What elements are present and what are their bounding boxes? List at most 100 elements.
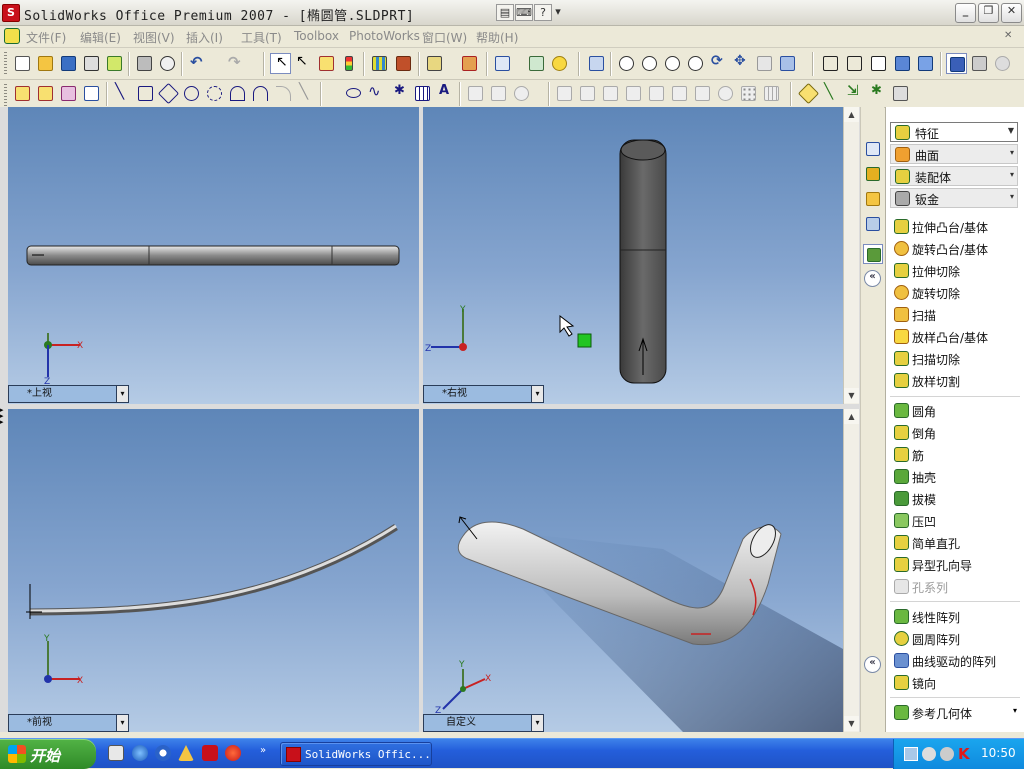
offset-entities-icon[interactable] (577, 83, 598, 104)
reference-geometry-button[interactable]: 参考几何体 ▾ (893, 703, 1021, 723)
printer-icon[interactable] (134, 53, 155, 74)
dropdown-arrow-icon[interactable]: ▾ (1013, 706, 1017, 715)
print-icon[interactable]: ▤ (496, 4, 514, 21)
sketch-text-icon[interactable]: A (435, 83, 456, 104)
file-explorer-icon[interactable] (863, 189, 883, 209)
menu-toolbox[interactable]: Toolbox (294, 29, 339, 43)
warning-app-icon[interactable] (178, 745, 194, 761)
show-desktop-icon[interactable] (108, 745, 124, 761)
print-preview-icon[interactable] (81, 53, 102, 74)
sketch-picture-icon[interactable] (58, 83, 79, 104)
zoom-area-icon[interactable] (639, 53, 660, 74)
sweep-button[interactable]: 扫描 (893, 305, 1021, 325)
undo-icon[interactable]: ↶ (188, 53, 209, 74)
hole-wizard-button[interactable]: 异型孔向导 (893, 555, 1021, 575)
solidworks-quicklaunch-icon[interactable] (202, 745, 218, 761)
rotate-entities-icon[interactable] (646, 83, 667, 104)
rectangle-icon[interactable] (135, 83, 156, 104)
standard-views-icon[interactable] (777, 53, 798, 74)
rib-button[interactable]: 筋 (893, 445, 1021, 465)
collapse-left-icon[interactable]: « (864, 270, 881, 287)
sketch-grid-icon[interactable] (412, 83, 433, 104)
tray-app-icon[interactable] (940, 747, 954, 761)
group-features[interactable]: 特征 ▼ (890, 122, 1018, 142)
view-label-top[interactable]: *上视 ▾ (8, 385, 129, 403)
trim-icon[interactable] (465, 83, 486, 104)
network-icon[interactable] (904, 747, 918, 761)
splitter-handle-icon[interactable]: ▸ ▸ ▸ (0, 407, 8, 427)
design-library-icon[interactable] (863, 164, 883, 184)
group-assembly[interactable]: 装配体 ▾ (890, 166, 1018, 186)
view-dropdown-icon[interactable]: ▾ (531, 715, 543, 731)
section-view-icon[interactable] (946, 53, 967, 74)
display-pane-icon[interactable] (492, 53, 513, 74)
previous-view-icon[interactable] (754, 53, 775, 74)
smart-dimension-tag-icon[interactable] (81, 83, 102, 104)
hidden-lines-visible-icon[interactable] (844, 53, 865, 74)
close-button[interactable]: ✕ (1001, 3, 1022, 23)
view-orientation-icon[interactable] (424, 53, 445, 74)
circle-icon[interactable] (181, 83, 202, 104)
shell-button[interactable]: 抽壳 (893, 467, 1021, 487)
dropdown-arrow-icon[interactable]: ▾ (553, 4, 563, 21)
media-player-icon[interactable] (155, 745, 171, 761)
group-sheetmetal[interactable]: 钣金 ▾ (890, 188, 1018, 208)
collapse-left-bottom-icon[interactable]: « (864, 656, 881, 673)
view-dropdown-icon[interactable]: ▾ (531, 386, 543, 402)
rebuild-icon[interactable] (339, 53, 360, 74)
move-entities-icon[interactable] (623, 83, 644, 104)
restore-button[interactable]: ❐ (978, 3, 999, 23)
grid-pattern-icon[interactable] (761, 83, 782, 104)
help-icon[interactable]: ? (534, 4, 552, 21)
make-drawing-icon[interactable] (104, 53, 125, 74)
open-icon[interactable] (35, 53, 56, 74)
swept-cut-button[interactable]: 扫描切除 (893, 349, 1021, 369)
wireframe-icon[interactable] (820, 53, 841, 74)
centerline-icon[interactable]: ╲ (296, 82, 317, 104)
menu-insert[interactable]: 插入(I) (186, 29, 223, 46)
fillet-sketch-icon[interactable] (273, 83, 294, 104)
dropdown-arrow-icon[interactable]: ▾ (1010, 170, 1014, 179)
view-label-front[interactable]: *前视 ▾ (8, 714, 129, 732)
ellipse-icon[interactable] (343, 83, 364, 104)
appearances-icon[interactable] (863, 244, 883, 264)
internet-explorer-icon[interactable] (132, 745, 148, 761)
sketch-icon[interactable] (316, 53, 337, 74)
scroll-down-icon[interactable]: ▼ (844, 716, 859, 731)
chamfer-button[interactable]: 倒角 (893, 423, 1021, 443)
lofted-cut-button[interactable]: 放样切割 (893, 371, 1021, 391)
repair-sketch-icon[interactable] (890, 83, 911, 104)
material-brick-icon[interactable] (393, 53, 414, 74)
menu-file[interactable]: 文件(F) (26, 29, 66, 46)
dropdown-arrow-icon[interactable]: ▼ (1008, 126, 1014, 135)
viewport-right[interactable]: Y Z *右视 ▾ (423, 107, 843, 404)
centerpoint-arc-icon[interactable] (204, 83, 225, 104)
draft-button[interactable]: 拔模 (893, 489, 1021, 509)
taskbar-solidworks-button[interactable]: SolidWorks Offic... (280, 742, 432, 766)
select-other-icon[interactable]: ↖ (293, 53, 314, 74)
view-dropdown-icon[interactable]: ▾ (116, 715, 128, 731)
pan-icon[interactable]: ✥ (731, 53, 752, 74)
tangent-arc-icon[interactable] (227, 83, 248, 104)
scroll-down-icon[interactable]: ▼ (844, 388, 859, 403)
keyboard-icon[interactable]: ⌨ (515, 4, 533, 21)
menu-window[interactable]: 窗口(W) (422, 29, 467, 46)
copy-entities-icon[interactable] (669, 83, 690, 104)
realview-icon[interactable] (969, 53, 990, 74)
scroll-up-icon[interactable]: ▲ (844, 107, 859, 122)
home-icon[interactable] (863, 139, 883, 159)
more-quicklaunch-icon[interactable]: » (260, 745, 266, 756)
volume-icon[interactable] (922, 747, 936, 761)
dropdown-arrow-icon[interactable]: ▾ (1010, 148, 1014, 157)
viewport-isometric[interactable]: Y X Z 自定义 ▾ (423, 409, 843, 732)
zoom-preview-icon[interactable] (157, 53, 178, 74)
sketch-edit-icon[interactable] (12, 83, 33, 104)
smart-dimension-icon[interactable] (586, 53, 607, 74)
display-relations-icon[interactable]: ╲ (821, 82, 842, 104)
select-arrow-icon[interactable]: ↖ (270, 53, 291, 74)
whats-this-help-icon[interactable] (549, 53, 570, 74)
hidden-lines-removed-icon[interactable] (868, 53, 889, 74)
start-button[interactable]: 开始 (0, 739, 96, 769)
shaded-icon[interactable] (915, 53, 936, 74)
explode-icon[interactable] (459, 53, 480, 74)
